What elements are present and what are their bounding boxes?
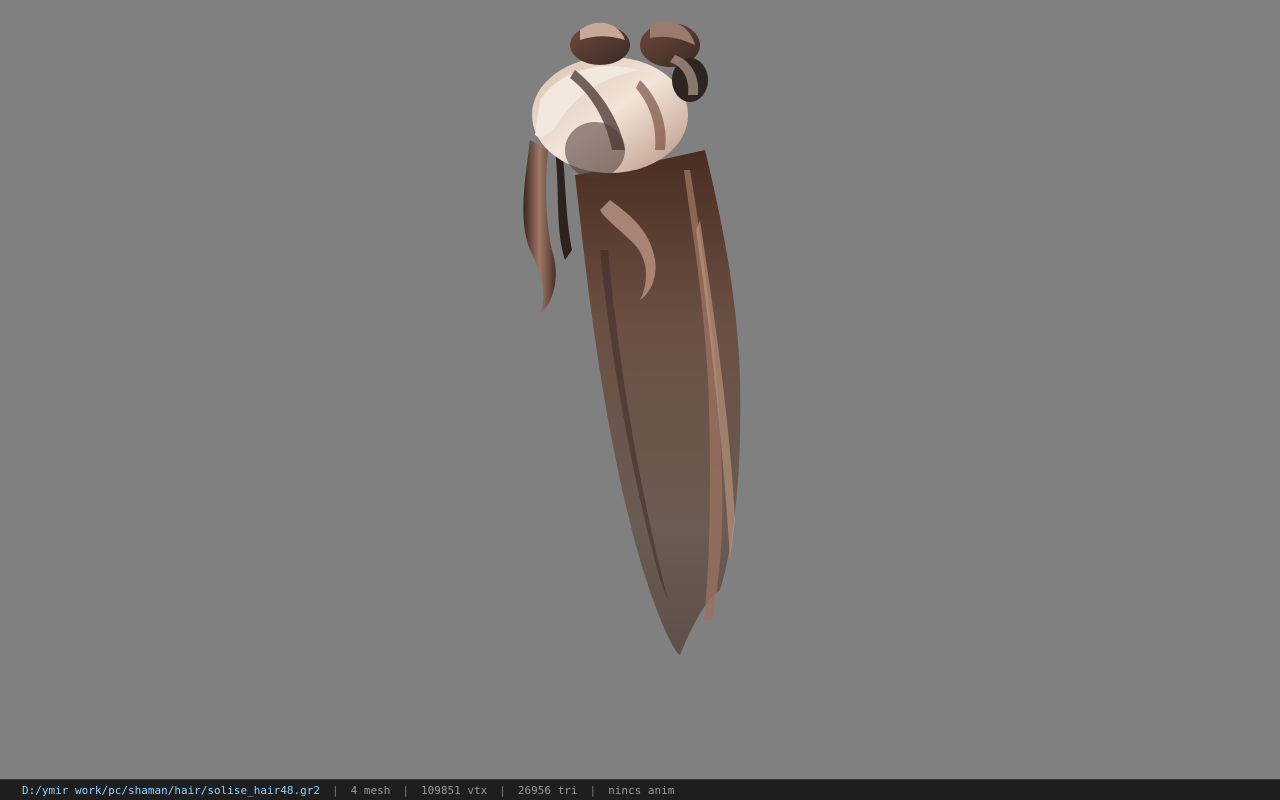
- hair-model[interactable]: [0, 0, 1280, 779]
- status-separator: |: [402, 783, 410, 797]
- status-separator: |: [499, 783, 506, 797]
- vertex-count: 109851 vtx: [421, 783, 488, 797]
- status-separator: |: [589, 783, 597, 797]
- status-bar: D:/ymir work/pc/shaman/hair/solise_hair4…: [0, 779, 1280, 800]
- hair-side-strands: [523, 140, 556, 315]
- animation-status: nincs anim: [608, 783, 675, 797]
- status-separator: |: [332, 783, 339, 797]
- file-path: D:/ymir work/pc/shaman/hair/solise_hair4…: [22, 783, 321, 797]
- triangle-count: 26956 tri: [517, 783, 578, 797]
- mesh-count: 4 mesh: [350, 783, 391, 797]
- 3d-viewport[interactable]: [0, 0, 1280, 779]
